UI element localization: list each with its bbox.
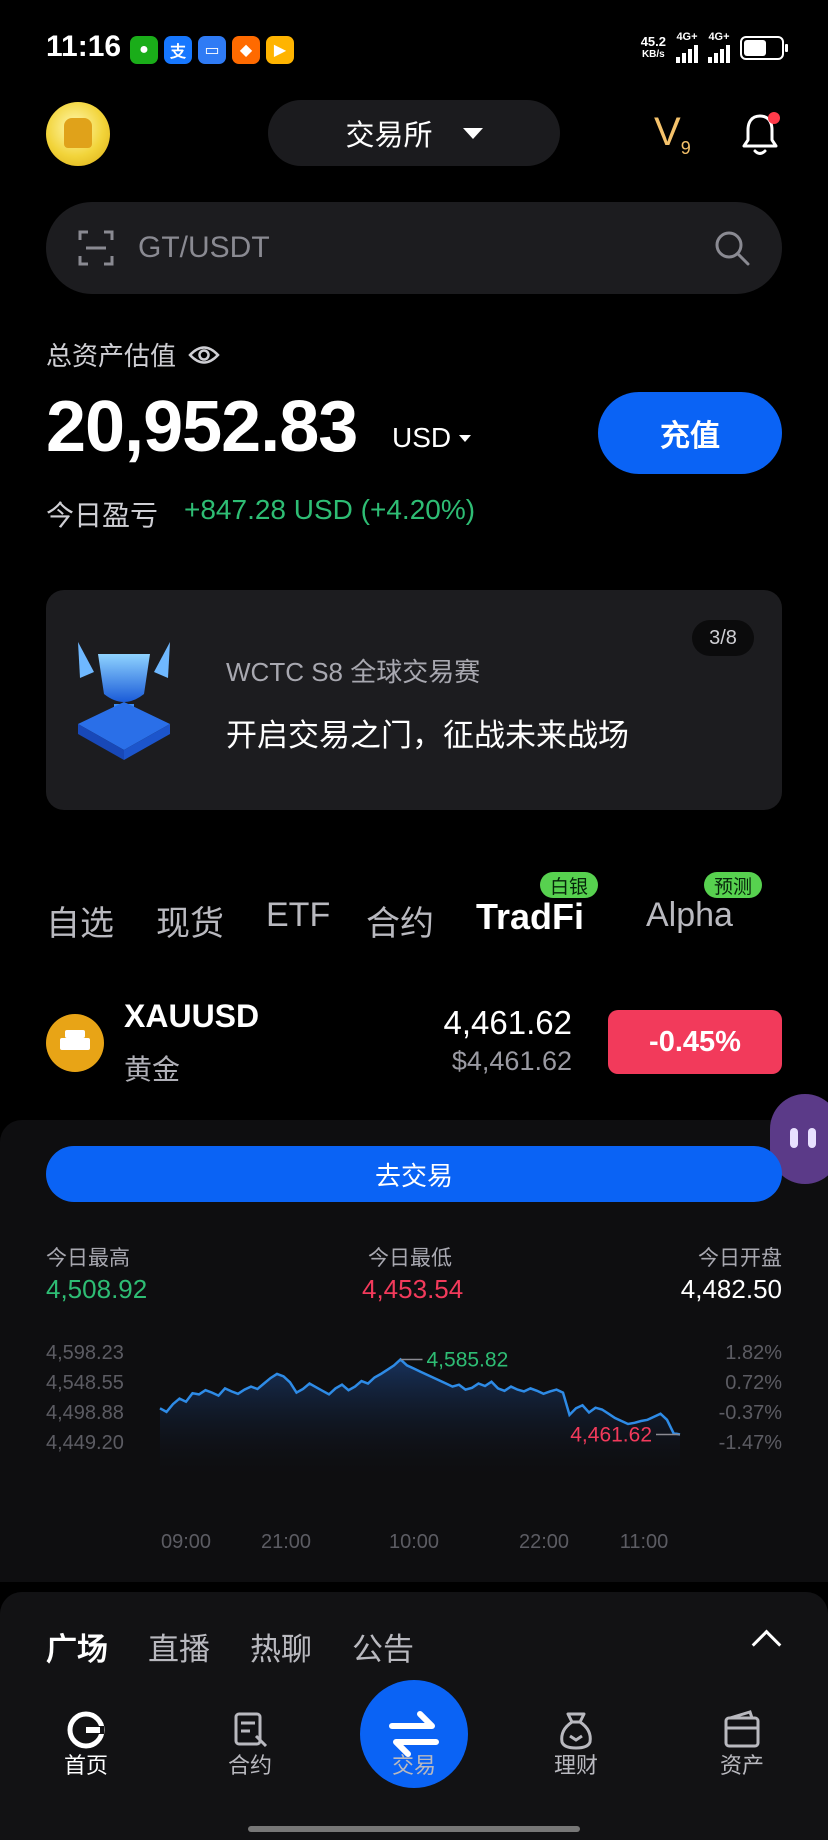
day-open-label: 今日开盘 xyxy=(698,1247,782,1270)
banner-page-indicator: 3/8 xyxy=(692,620,754,656)
nav-assets[interactable]: 资产 xyxy=(692,1748,792,1780)
tab-square[interactable]: 广场 xyxy=(46,1624,108,1669)
x-tick-label: 10:00 xyxy=(389,1531,439,1553)
y-tick-label: 4,498.88 xyxy=(46,1402,124,1424)
go-trade-button[interactable]: 去交易 xyxy=(46,1146,782,1202)
x-tick-label: 21:00 xyxy=(261,1531,311,1553)
today-pnl-label: 今日盈亏 xyxy=(46,500,159,531)
search-icon[interactable] xyxy=(712,228,752,268)
today-pnl-value: +847.28 USD (+4.20%) xyxy=(184,494,476,525)
y-tick-label: 4,449.20 xyxy=(46,1432,124,1454)
exchange-mode-label: 交易所 xyxy=(345,120,433,152)
tab-hot-chat[interactable]: 热聊 xyxy=(250,1624,312,1669)
home-indicator xyxy=(248,1826,580,1832)
total-assets-label: 总资产估值 xyxy=(46,341,177,371)
market-symbol: XAUUSD xyxy=(124,998,260,1034)
x-tick-label: 22:00 xyxy=(519,1531,569,1553)
exchange-mode-selector[interactable]: 交易所 xyxy=(268,100,560,166)
tab-tradfi[interactable]: TradFi xyxy=(476,896,584,938)
market-change-badge[interactable]: -0.45% xyxy=(608,1010,782,1074)
futures-icon[interactable] xyxy=(230,1710,270,1750)
day-low-label: 今日最低 xyxy=(368,1247,452,1270)
wallet-icon[interactable] xyxy=(722,1710,762,1750)
y-tick-label: 4,598.23 xyxy=(46,1342,124,1364)
tab-announcements[interactable]: 公告 xyxy=(352,1624,414,1669)
status-time: 11:16 xyxy=(46,30,122,63)
nav-home[interactable]: 首页 xyxy=(36,1748,136,1780)
signal-1-label: 4G+ xyxy=(676,31,698,43)
signal-bars-icon xyxy=(676,43,698,63)
status-indicators: 45.2 KB/s 4G+ 4G+ xyxy=(641,32,788,63)
nav-earn[interactable]: 理财 xyxy=(526,1748,626,1780)
earn-icon[interactable] xyxy=(556,1710,596,1750)
total-assets-label-row: 总资产估值 xyxy=(46,336,220,373)
signal-2-label: 4G+ xyxy=(708,31,730,43)
net-speed-unit: KB/s xyxy=(641,48,665,60)
net-speed-value: 45.2 xyxy=(640,33,666,49)
y-pct-tick-label: -0.37% xyxy=(719,1402,783,1424)
tab-alpha-badge: 预测 xyxy=(704,872,763,898)
max-price-label: 4,585.82 xyxy=(427,1348,509,1371)
vip-level-badge[interactable]: V9 xyxy=(654,110,691,159)
vip-number: 9 xyxy=(680,138,691,158)
total-assets-value: 20,952.83 xyxy=(46,387,358,467)
nav-trade[interactable]: 交易 xyxy=(364,1748,464,1780)
y-tick-label: 4,548.55 xyxy=(46,1372,124,1394)
search-input[interactable] xyxy=(136,230,700,266)
video-icon: ▶ xyxy=(266,36,294,64)
vip-letter: V xyxy=(654,110,681,154)
tab-watchlist[interactable]: 自选 xyxy=(46,896,114,945)
net-speed: 45.2 KB/s xyxy=(641,35,666,61)
eye-icon[interactable] xyxy=(188,344,220,366)
signal-1: 4G+ xyxy=(676,32,698,63)
trophy-icon xyxy=(78,642,170,760)
message-icon: ▭ xyxy=(198,36,226,64)
signal-bars-icon xyxy=(708,43,730,63)
day-high-label: 今日最高 xyxy=(46,1247,130,1270)
day-open-value: 4,482.50 xyxy=(680,1274,782,1304)
caret-down-icon xyxy=(459,434,472,442)
currency-label: USD xyxy=(392,422,452,453)
x-tick-label: 11:00 xyxy=(620,1531,669,1553)
search-bar[interactable] xyxy=(46,202,782,294)
wechat-icon: ● xyxy=(130,36,158,64)
banner-subtitle: 开启交易之门，征战未来战场 xyxy=(226,718,629,753)
signal-2: 4G+ xyxy=(708,32,730,63)
day-low-value: 4,453.54 xyxy=(362,1274,464,1304)
x-tick-label: 09:00 xyxy=(161,1531,211,1553)
chart-area xyxy=(160,1359,680,1482)
tab-live[interactable]: 直播 xyxy=(148,1624,210,1669)
taobao-icon: ◆ xyxy=(232,36,260,64)
alipay-icon: 支 xyxy=(164,36,192,64)
tab-etf[interactable]: ETF xyxy=(266,896,330,935)
market-price-usd: $4,461.62 xyxy=(451,1046,572,1076)
y-pct-tick-label: 0.72% xyxy=(725,1372,782,1394)
y-pct-tick-label: 1.82% xyxy=(725,1342,782,1364)
price-chart[interactable]: 4,598.23 4,548.55 4,498.88 4,449.20 1.82% 0.… xyxy=(40,1330,800,1560)
tab-spot[interactable]: 现货 xyxy=(156,896,224,945)
currency-selector[interactable]: USD xyxy=(392,422,472,454)
market-name: 黄金 xyxy=(124,1054,181,1085)
home-icon[interactable] xyxy=(66,1710,106,1750)
scan-icon[interactable] xyxy=(76,228,116,268)
y-pct-tick-label: -1.47% xyxy=(719,1432,783,1454)
avatar[interactable] xyxy=(46,102,110,166)
tab-futures[interactable]: 合约 xyxy=(366,896,434,945)
tab-tradfi-badge: 白银 xyxy=(540,872,599,898)
gold-bar-icon xyxy=(46,1014,104,1072)
banner-title: WCTC S8 全球交易赛 xyxy=(226,657,481,687)
battery-icon xyxy=(740,35,788,60)
market-price: 4,461.62 xyxy=(443,1004,572,1041)
deposit-button[interactable]: 充值 xyxy=(598,392,782,474)
notification-dot xyxy=(768,112,780,124)
last-price-label: 4,461.62 xyxy=(570,1423,652,1446)
nav-futures[interactable]: 合约 xyxy=(200,1748,300,1780)
tab-alpha[interactable]: Alpha xyxy=(646,896,733,935)
caret-down-icon xyxy=(462,127,483,139)
day-high-value: 4,508.92 xyxy=(46,1274,148,1304)
